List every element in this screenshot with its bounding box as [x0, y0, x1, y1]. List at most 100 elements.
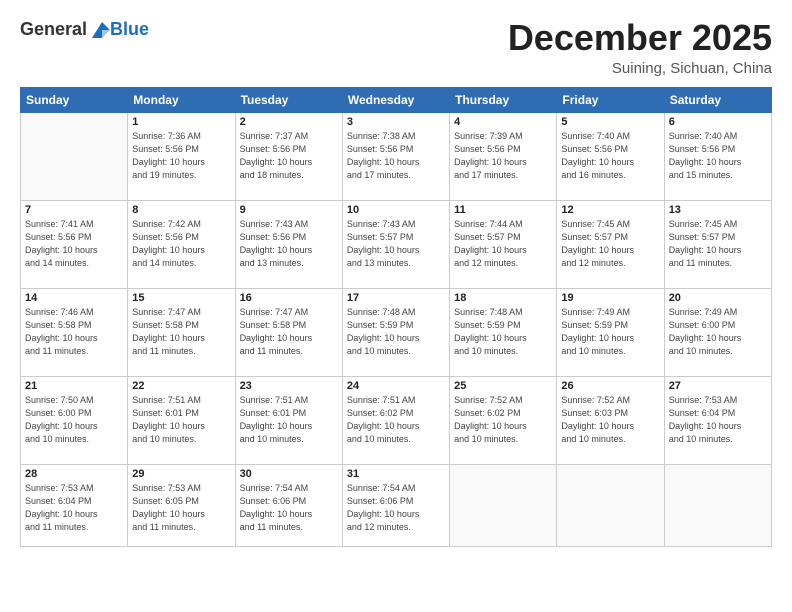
day-number: 12 [561, 204, 659, 216]
logo-blue: Blue [110, 19, 149, 40]
title-section: December 2025 Suining, Sichuan, China [508, 18, 772, 77]
table-row: 15 Sunrise: 7:47 AMSunset: 5:58 PMDayligh… [128, 288, 235, 376]
day-number: 16 [240, 292, 338, 304]
table-row: 10 Sunrise: 7:43 AMSunset: 5:57 PMDayligh… [342, 200, 449, 288]
day-info: Sunrise: 7:43 AMSunset: 5:56 PMDaylight:… [240, 218, 338, 270]
day-number: 24 [347, 380, 445, 392]
table-row [664, 464, 771, 546]
table-row: 25 Sunrise: 7:52 AMSunset: 6:02 PMDayligh… [450, 376, 557, 464]
calendar-page: General Blue December 2025 Suining, Sich… [0, 0, 792, 612]
header-monday: Monday [128, 87, 235, 112]
table-row: 26 Sunrise: 7:52 AMSunset: 6:03 PMDayligh… [557, 376, 664, 464]
day-info: Sunrise: 7:36 AMSunset: 5:56 PMDaylight:… [132, 130, 230, 182]
day-number: 23 [240, 380, 338, 392]
day-number: 8 [132, 204, 230, 216]
day-number: 27 [669, 380, 767, 392]
day-info: Sunrise: 7:51 AMSunset: 6:01 PMDaylight:… [132, 394, 230, 446]
table-row: 31Sunrise: 7:54 AMSunset: 6:06 PMDayligh… [342, 464, 449, 546]
day-info: Sunrise: 7:43 AMSunset: 5:57 PMDaylight:… [347, 218, 445, 270]
header-friday: Friday [557, 87, 664, 112]
day-number: 29 [132, 468, 230, 480]
day-number: 20 [669, 292, 767, 304]
table-row: 18Sunrise: 7:48 AMSunset: 5:59 PMDayligh… [450, 288, 557, 376]
day-number: 4 [454, 116, 552, 128]
day-info: Sunrise: 7:42 AMSunset: 5:56 PMDaylight:… [132, 218, 230, 270]
day-info: Sunrise: 7:40 AMSunset: 5:56 PMDaylight:… [561, 130, 659, 182]
table-row: 12Sunrise: 7:45 AMSunset: 5:57 PMDayligh… [557, 200, 664, 288]
subtitle: Suining, Sichuan, China [508, 60, 772, 77]
table-row: 6Sunrise: 7:40 AMSunset: 5:56 PMDaylight… [664, 112, 771, 200]
day-number: 22 [132, 380, 230, 392]
table-row: 9Sunrise: 7:43 AMSunset: 5:56 PMDaylight… [235, 200, 342, 288]
table-row: 23 Sunrise: 7:51 AMSunset: 6:01 PMDayligh… [235, 376, 342, 464]
table-row: 3 Sunrise: 7:38 AMSunset: 5:56 PMDaylight… [342, 112, 449, 200]
table-row: 28Sunrise: 7:53 AMSunset: 6:04 PMDayligh… [21, 464, 128, 546]
table-row: 1 Sunrise: 7:36 AMSunset: 5:56 PMDaylight… [128, 112, 235, 200]
table-row: 17 Sunrise: 7:48 AMSunset: 5:59 PMDayligh… [342, 288, 449, 376]
table-row: 14 Sunrise: 7:46 AMSunset: 5:58 PMDayligh… [21, 288, 128, 376]
table-row: 24 Sunrise: 7:51 AMSunset: 6:02 PMDayligh… [342, 376, 449, 464]
day-number: 11 [454, 204, 552, 216]
day-info: Sunrise: 7:52 AMSunset: 6:03 PMDaylight:… [561, 394, 659, 446]
table-row: 7 Sunrise: 7:41 AMSunset: 5:56 PMDaylight… [21, 200, 128, 288]
day-info: Sunrise: 7:53 AMSunset: 6:04 PMDaylight:… [669, 394, 767, 446]
day-number: 21 [25, 380, 123, 392]
header: General Blue December 2025 Suining, Sich… [20, 18, 772, 77]
day-info: Sunrise: 7:53 AMSunset: 6:05 PMDaylight:… [132, 482, 230, 534]
header-saturday: Saturday [664, 87, 771, 112]
table-row: 2Sunrise: 7:37 AMSunset: 5:56 PMDaylight… [235, 112, 342, 200]
header-wednesday: Wednesday [342, 87, 449, 112]
day-info: Sunrise: 7:38 AMSunset: 5:56 PMDaylight:… [347, 130, 445, 182]
day-info: Sunrise: 7:49 AMSunset: 6:00 PMDaylight:… [669, 306, 767, 358]
day-number: 10 [347, 204, 445, 216]
day-number: 25 [454, 380, 552, 392]
table-row: 11Sunrise: 7:44 AMSunset: 5:57 PMDayligh… [450, 200, 557, 288]
table-row: 19 Sunrise: 7:49 AMSunset: 5:59 PMDayligh… [557, 288, 664, 376]
header-thursday: Thursday [450, 87, 557, 112]
day-number: 7 [25, 204, 123, 216]
day-info: Sunrise: 7:50 AMSunset: 6:00 PMDaylight:… [25, 394, 123, 446]
table-row: 13 Sunrise: 7:45 AMSunset: 5:57 PMDayligh… [664, 200, 771, 288]
table-row: 22 Sunrise: 7:51 AMSunset: 6:01 PMDayligh… [128, 376, 235, 464]
table-row: 27 Sunrise: 7:53 AMSunset: 6:04 PMDayligh… [664, 376, 771, 464]
day-number: 5 [561, 116, 659, 128]
day-number: 13 [669, 204, 767, 216]
day-number: 14 [25, 292, 123, 304]
day-info: Sunrise: 7:46 AMSunset: 5:58 PMDaylight:… [25, 306, 123, 358]
day-info: Sunrise: 7:52 AMSunset: 6:02 PMDaylight:… [454, 394, 552, 446]
table-row: 4 Sunrise: 7:39 AMSunset: 5:56 PMDaylight… [450, 112, 557, 200]
day-number: 1 [132, 116, 230, 128]
day-number: 26 [561, 380, 659, 392]
day-number: 18 [454, 292, 552, 304]
table-row: 29 Sunrise: 7:53 AMSunset: 6:05 PMDayligh… [128, 464, 235, 546]
logo-general: General [20, 19, 87, 40]
table-row [450, 464, 557, 546]
table-row [557, 464, 664, 546]
day-info: Sunrise: 7:51 AMSunset: 6:01 PMDaylight:… [240, 394, 338, 446]
calendar-table: Sunday Monday Tuesday Wednesday Thursday… [20, 87, 772, 547]
day-info: Sunrise: 7:51 AMSunset: 6:02 PMDaylight:… [347, 394, 445, 446]
weekday-header-row: Sunday Monday Tuesday Wednesday Thursday… [21, 87, 772, 112]
day-info: Sunrise: 7:49 AMSunset: 5:59 PMDaylight:… [561, 306, 659, 358]
table-row: 21 Sunrise: 7:50 AMSunset: 6:00 PMDayligh… [21, 376, 128, 464]
day-info: Sunrise: 7:47 AMSunset: 5:58 PMDaylight:… [240, 306, 338, 358]
table-row [21, 112, 128, 200]
day-number: 17 [347, 292, 445, 304]
day-info: Sunrise: 7:39 AMSunset: 5:56 PMDaylight:… [454, 130, 552, 182]
day-info: Sunrise: 7:47 AMSunset: 5:58 PMDaylight:… [132, 306, 230, 358]
day-info: Sunrise: 7:54 AMSunset: 6:06 PMDaylight:… [347, 482, 445, 534]
table-row: 8 Sunrise: 7:42 AMSunset: 5:56 PMDaylight… [128, 200, 235, 288]
table-row: 5 Sunrise: 7:40 AMSunset: 5:56 PMDaylight… [557, 112, 664, 200]
month-title: December 2025 [508, 18, 772, 58]
day-number: 6 [669, 116, 767, 128]
day-info: Sunrise: 7:54 AMSunset: 6:06 PMDaylight:… [240, 482, 338, 534]
day-number: 19 [561, 292, 659, 304]
table-row: 16 Sunrise: 7:47 AMSunset: 5:58 PMDayligh… [235, 288, 342, 376]
day-info: Sunrise: 7:45 AMSunset: 5:57 PMDaylight:… [669, 218, 767, 270]
day-number: 15 [132, 292, 230, 304]
day-number: 3 [347, 116, 445, 128]
header-sunday: Sunday [21, 87, 128, 112]
day-info: Sunrise: 7:48 AMSunset: 5:59 PMDaylight:… [347, 306, 445, 358]
logo-icon [88, 20, 110, 40]
day-info: Sunrise: 7:41 AMSunset: 5:56 PMDaylight:… [25, 218, 123, 270]
